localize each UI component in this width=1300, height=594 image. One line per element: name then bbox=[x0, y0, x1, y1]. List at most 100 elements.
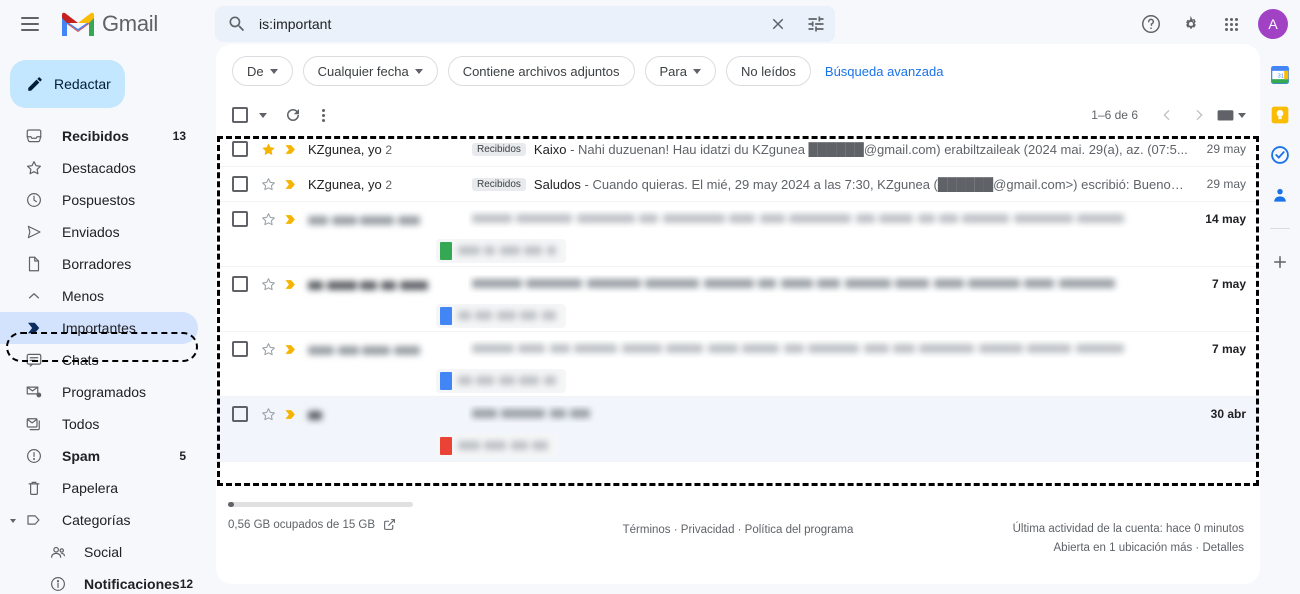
app-header: Gmail A bbox=[0, 0, 1300, 48]
refresh-icon[interactable] bbox=[278, 100, 308, 130]
compose-button[interactable]: Redactar bbox=[10, 60, 125, 108]
sidebar-item-destacados[interactable]: Destacados bbox=[0, 152, 198, 184]
google-tasks-icon[interactable] bbox=[1269, 144, 1291, 166]
email-row-main: KZgunea, yo 2 Recibidos Saludos - Cuando q… bbox=[232, 167, 1246, 201]
open-locations[interactable]: Abierta en 1 ubicación más · Detalles bbox=[1013, 539, 1245, 558]
important-marker-icon[interactable] bbox=[278, 342, 302, 357]
chevron-left-icon[interactable] bbox=[1152, 100, 1182, 130]
gmail-logo[interactable]: Gmail bbox=[60, 11, 158, 38]
email-row[interactable]: 14 may bbox=[216, 202, 1260, 267]
email-date: 29 may bbox=[1206, 142, 1246, 156]
chevron-right-icon[interactable] bbox=[1184, 100, 1214, 130]
filter-chip-para[interactable]: Para bbox=[644, 56, 716, 86]
star-outline-icon[interactable] bbox=[258, 341, 278, 358]
important-marker-icon[interactable] bbox=[278, 177, 302, 192]
main-menu-icon[interactable] bbox=[10, 4, 50, 44]
google-contacts-icon[interactable] bbox=[1269, 184, 1291, 206]
filter-chip-no-le-dos[interactable]: No leídos bbox=[725, 56, 811, 86]
email-checkbox[interactable] bbox=[232, 176, 248, 192]
sidebar: Redactar Recibidos 13 Destacados Pospuestos… bbox=[0, 48, 212, 594]
gear-icon[interactable] bbox=[1172, 5, 1210, 43]
google-calendar-icon[interactable]: 31 bbox=[1269, 64, 1291, 86]
email-sender: KZgunea, yo 2 bbox=[308, 176, 393, 192]
star-filled-icon[interactable] bbox=[258, 141, 278, 158]
filter-chip-cualquier-fecha[interactable]: Cualquier fecha bbox=[302, 56, 438, 86]
filter-chip-de[interactable]: De bbox=[232, 56, 293, 86]
search-input[interactable] bbox=[255, 16, 759, 32]
inbox-icon bbox=[24, 126, 44, 146]
avatar[interactable]: A bbox=[1258, 9, 1288, 39]
add-icon[interactable] bbox=[1269, 251, 1291, 273]
attachment-chip[interactable] bbox=[436, 369, 566, 393]
sidebar-item-todos[interactable]: Todos bbox=[0, 408, 198, 440]
sidebar-item-importantes[interactable]: Importantes bbox=[0, 312, 198, 344]
email-checkbox[interactable] bbox=[232, 141, 248, 157]
star-outline-icon[interactable] bbox=[258, 406, 278, 423]
search-options-icon[interactable] bbox=[797, 6, 835, 42]
filter-chip-contiene-archivos-adjuntos[interactable]: Contiene archivos adjuntos bbox=[447, 56, 635, 86]
advanced-search-link[interactable]: Búsqueda avanzada bbox=[825, 64, 944, 79]
email-checkbox[interactable] bbox=[232, 276, 248, 292]
search-icon[interactable] bbox=[219, 6, 255, 42]
sidebar-item-programados[interactable]: Programados bbox=[0, 376, 198, 408]
email-row[interactable]: 7 may bbox=[216, 332, 1260, 397]
panel-footer: 0,56 GB ocupados de 15 GB Términos · Pri… bbox=[216, 502, 1260, 562]
email-row[interactable]: 7 may bbox=[216, 267, 1260, 332]
attachment-chip[interactable] bbox=[436, 239, 566, 263]
header-actions: A bbox=[1132, 0, 1292, 48]
email-sender bbox=[302, 212, 468, 227]
expand-caret-icon[interactable] bbox=[10, 519, 16, 523]
sidebar-item-count: 5 bbox=[179, 449, 186, 463]
sidebar-item-pospuestos[interactable]: Pospuestos bbox=[0, 184, 198, 216]
gmail-wordmark: Gmail bbox=[102, 11, 158, 36]
apps-grid-icon[interactable] bbox=[1212, 5, 1250, 43]
email-row-main: 7 may bbox=[232, 332, 1246, 366]
select-all-checkbox[interactable] bbox=[232, 107, 248, 123]
email-row[interactable]: KZgunea, yo 2 Recibidos Kaixo - Nahi duzue… bbox=[216, 132, 1260, 167]
star-outline-icon[interactable] bbox=[258, 211, 278, 228]
sidebar-item-label: Importantes bbox=[62, 320, 136, 336]
sidebar-item-categor-as[interactable]: Categorías bbox=[0, 504, 198, 536]
email-row[interactable]: 30 abr bbox=[216, 397, 1260, 462]
sidebar-item-recibidos[interactable]: Recibidos 13 bbox=[0, 120, 198, 152]
email-attachment-row bbox=[232, 431, 1246, 461]
email-checkbox[interactable] bbox=[232, 211, 248, 227]
sidebar-item-papelera[interactable]: Papelera bbox=[0, 472, 198, 504]
sidebar-item-enviados[interactable]: Enviados bbox=[0, 216, 198, 248]
clock-icon bbox=[24, 190, 44, 210]
social-icon bbox=[48, 542, 68, 562]
star-outline-icon[interactable] bbox=[258, 276, 278, 293]
important-marker-icon[interactable] bbox=[278, 212, 302, 227]
email-row-main: 7 may bbox=[232, 267, 1246, 301]
sidebar-item-social[interactable]: Social bbox=[0, 536, 198, 568]
chevron-down-icon[interactable] bbox=[248, 100, 278, 130]
sidebar-item-spam[interactable]: Spam 5 bbox=[0, 440, 198, 472]
email-row-main: 30 abr bbox=[232, 397, 1246, 431]
email-subject-area: Recibidos Kaixo - Nahi duzuenan! Hau idat… bbox=[468, 142, 1188, 157]
sidebar-item-chats[interactable]: Chats bbox=[0, 344, 198, 376]
attachment-file-icon bbox=[440, 437, 452, 455]
email-checkbox[interactable] bbox=[232, 406, 248, 422]
email-checkbox[interactable] bbox=[232, 341, 248, 357]
help-icon[interactable] bbox=[1132, 5, 1170, 43]
search-bar[interactable] bbox=[215, 6, 835, 42]
important-marker-icon[interactable] bbox=[278, 277, 302, 292]
sidebar-item-notificaciones[interactable]: Notificaciones 12 bbox=[0, 568, 198, 594]
input-tools-icon[interactable] bbox=[1216, 100, 1246, 130]
sidebar-nav: Recibidos 13 Destacados Pospuestos Enviados B… bbox=[0, 120, 212, 594]
important-marker-icon[interactable] bbox=[278, 142, 302, 157]
sidebar-item-menos[interactable]: Menos bbox=[0, 280, 198, 312]
attachment-file-icon bbox=[440, 242, 452, 260]
google-keep-icon[interactable] bbox=[1269, 104, 1291, 126]
sidebar-item-borradores[interactable]: Borradores bbox=[0, 248, 198, 280]
attachment-chip[interactable] bbox=[436, 304, 566, 328]
sidebar-item-label: Programados bbox=[62, 384, 147, 400]
all-mail-icon bbox=[24, 414, 44, 434]
star-outline-icon[interactable] bbox=[258, 176, 278, 193]
email-row[interactable]: KZgunea, yo 2 Recibidos Saludos - Cuando q… bbox=[216, 167, 1260, 202]
kebab-menu-icon[interactable] bbox=[308, 100, 338, 130]
attachment-chip[interactable] bbox=[436, 434, 559, 458]
close-icon[interactable] bbox=[759, 6, 797, 42]
important-marker-icon[interactable] bbox=[278, 407, 302, 422]
email-label-tag: Recibidos bbox=[472, 177, 526, 191]
